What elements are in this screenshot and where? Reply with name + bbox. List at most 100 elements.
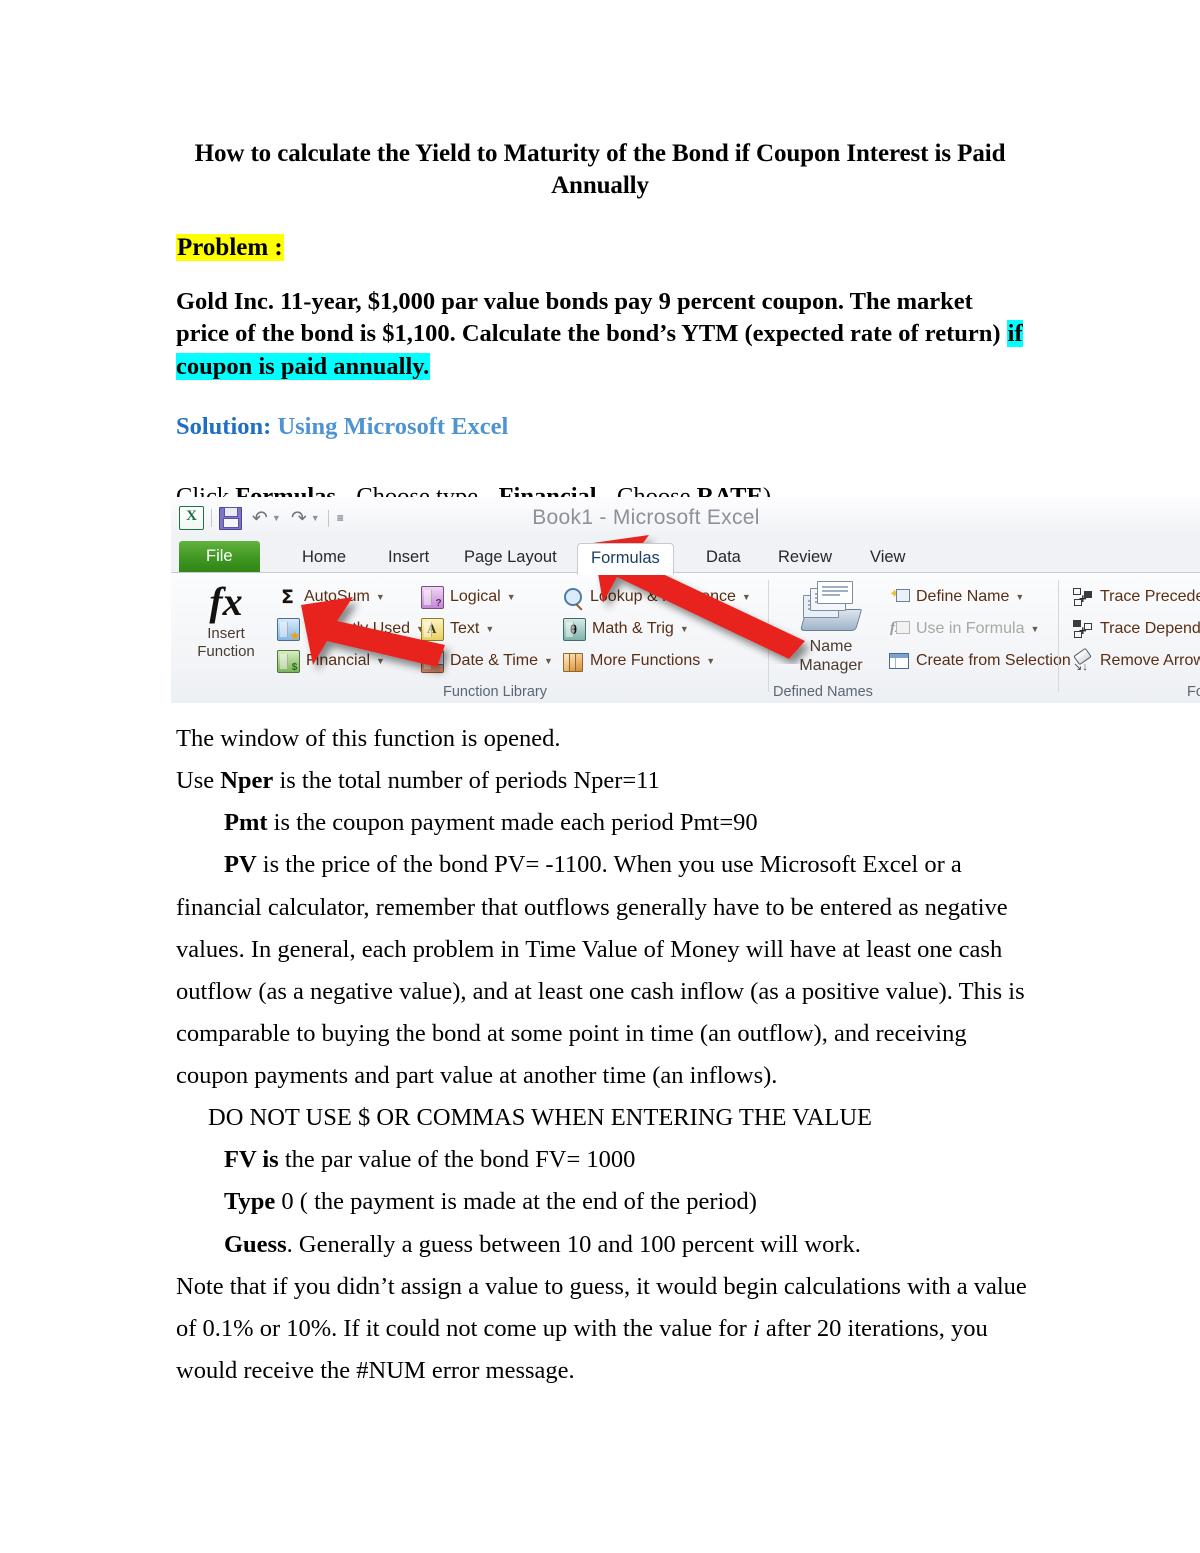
name-manager-icon (783, 579, 879, 637)
name-manager-label-1: Name (809, 638, 853, 655)
window-title: Book1 - Microsoft Excel (532, 506, 760, 529)
chevron-down-icon[interactable]: ▼ (742, 592, 751, 602)
page-title: How to calculate the Yield to Maturity o… (176, 138, 1024, 202)
financial-icon: $ (277, 649, 300, 673)
nper-rest: is the total number of periods Nper=11 (273, 767, 660, 795)
para-pmt: Pmt is the coupon payment made each peri… (224, 802, 1028, 844)
use-in-formula-icon: fx (889, 619, 910, 640)
group-title-function-library: Function Library (443, 684, 547, 700)
excel-title-bar: X ↶ ▼ ↷ ▼ ≡ Book1 - Microsoft Excel (171, 497, 1200, 541)
group-formula-auditing: + Trace Precede + Trace Depend ↘↓ Remove… (1059, 573, 1200, 703)
para-window-opened: The window of this function is opened. (176, 725, 561, 752)
chevron-down-icon[interactable]: ▼ (376, 656, 385, 666)
tab-insert[interactable]: Insert (375, 544, 442, 572)
document-body-text: The window of this function is opened. U… (176, 718, 1028, 1392)
trace-dependents-label: Trace Depend (1100, 620, 1200, 637)
recently-used-icon: ★ (277, 617, 301, 642)
use-in-formula-button[interactable]: fx Use in Formula ▼ (889, 617, 1039, 641)
trace-precedents-icon: + (1073, 587, 1094, 608)
document-page: How to calculate the Yield to Maturity o… (0, 0, 1200, 1553)
name-manager-button[interactable]: Name Manager (783, 579, 879, 675)
name-manager-label-2: Manager (799, 657, 863, 674)
nper-prefix: Use (176, 767, 221, 795)
page-title-line1: How to calculate the Yield to Maturity o… (194, 140, 1006, 167)
chevron-down-icon[interactable]: ▼ (1015, 592, 1024, 602)
insert-function-button[interactable]: fx Insert Function (183, 579, 269, 661)
define-name-label: Define Name (916, 588, 1010, 605)
note-italic-i: i (752, 1314, 760, 1342)
math-trig-button[interactable]: θ Math & Trig ▼ (563, 617, 689, 641)
para-long-explanation: financial calculator, remember that outf… (176, 893, 1025, 1090)
tab-page-layout[interactable]: Page Layout (451, 544, 570, 572)
type-rest: 0 ( the payment is made at the end of th… (275, 1188, 757, 1216)
guess-bold: Guess (224, 1230, 287, 1258)
chevron-down-icon[interactable]: ▼ (485, 624, 494, 634)
tab-file[interactable]: File (179, 541, 260, 572)
chevron-down-icon[interactable]: ▼ (544, 656, 553, 666)
lookup-reference-button[interactable]: Lookup & Reference ▼ (563, 585, 751, 611)
tab-data[interactable]: Data (693, 544, 754, 572)
recently-used-button[interactable]: ★ Recently Used ▼ (277, 617, 425, 642)
chevron-down-icon[interactable]: ▼ (507, 592, 516, 602)
remove-arrows-button[interactable]: ↘↓ Remove Arrow (1073, 647, 1200, 673)
group-title-formula-auditing: Formu (1187, 684, 1200, 700)
create-from-selection-button[interactable]: Create from Selection (889, 649, 1071, 673)
pmt-rest: is the coupon payment made each period P… (267, 809, 758, 837)
tab-view[interactable]: View (857, 544, 918, 572)
group-title-defined-names: Defined Names (773, 684, 873, 700)
sigma-icon: Σ (281, 585, 294, 608)
tab-formulas[interactable]: Formulas (577, 543, 674, 575)
lookup-reference-icon (563, 587, 584, 611)
tab-review[interactable]: Review (765, 544, 845, 572)
solution-method: Using Microsoft Excel (277, 412, 509, 440)
text-button[interactable]: A Text ▼ (421, 617, 494, 641)
date-time-button[interactable]: Date & Time ▼ (421, 649, 553, 673)
logical-button[interactable]: ? Logical ▼ (421, 585, 516, 609)
para-nper: Use Nper is the total number of periods … (176, 760, 1028, 802)
lookup-reference-label: Lookup & Reference (590, 588, 736, 605)
recently-used-label: Recently Used (306, 620, 411, 637)
chevron-down-icon[interactable]: ▼ (706, 656, 715, 666)
more-functions-button[interactable]: More Functions ▼ (563, 649, 715, 673)
chevron-down-icon[interactable]: ▼ (1030, 624, 1039, 634)
define-name-button[interactable]: ✦ Define Name ▼ (889, 585, 1024, 609)
logical-icon: ? (421, 585, 444, 609)
solution-label: Solution: (176, 412, 272, 440)
para-type: Type 0 ( the payment is made at the end … (224, 1181, 1028, 1223)
para-fv: FV is the par value of the bond FV= 1000 (224, 1139, 1028, 1181)
problem-statement: Gold Inc. 11-year, $1,000 par value bond… (176, 286, 1024, 383)
page-title-line2: Annually (551, 172, 649, 199)
problem-label-text: Problem : (176, 234, 284, 261)
trace-dependents-button[interactable]: + Trace Depend (1073, 617, 1200, 641)
tab-home[interactable]: Home (289, 544, 359, 572)
create-from-selection-icon (889, 651, 910, 672)
financial-label: Financial (306, 652, 371, 669)
para-note: Note that if you didn’t assign a value t… (176, 1266, 1028, 1392)
ribbon-tab-strip: File Home Insert Page Layout Formulas Da… (171, 541, 1200, 575)
fx-icon: fx (209, 579, 243, 624)
insert-function-label-2: Function (197, 643, 255, 660)
trace-dependents-icon: + (1073, 619, 1094, 640)
chevron-down-icon[interactable]: ▼ (376, 592, 385, 602)
text-label: Text (450, 620, 480, 637)
chevron-down-icon[interactable]: ▼ (680, 624, 689, 634)
more-functions-icon (563, 651, 584, 672)
remove-arrows-icon: ↘↓ (1073, 647, 1094, 672)
document-content: How to calculate the Yield to Maturity o… (176, 0, 1024, 513)
insert-function-label-1: Insert (207, 625, 245, 642)
group-function-library: fx Insert Function Σ AutoSum ▼ ★ Recentl… (171, 573, 769, 703)
pv-rest: is the price of the bond PV= -1100. When… (256, 851, 962, 879)
trace-precedents-button[interactable]: + Trace Precede (1073, 585, 1200, 609)
autosum-button[interactable]: Σ AutoSum ▼ (277, 585, 385, 609)
logical-label: Logical (450, 588, 501, 605)
create-from-selection-label: Create from Selection (916, 652, 1071, 669)
remove-arrows-label: Remove Arrow (1100, 652, 1200, 669)
pv-bold: PV (224, 851, 257, 879)
problem-label: Problem : (176, 234, 1024, 262)
math-trig-icon: θ (563, 617, 586, 641)
para-pv: PV is the price of the bond PV= -1100. W… (224, 844, 1028, 886)
financial-button[interactable]: $ Financial ▼ (277, 649, 385, 673)
date-time-icon (421, 649, 444, 673)
trace-precedents-label: Trace Precede (1100, 588, 1200, 605)
more-functions-label: More Functions (590, 652, 701, 669)
